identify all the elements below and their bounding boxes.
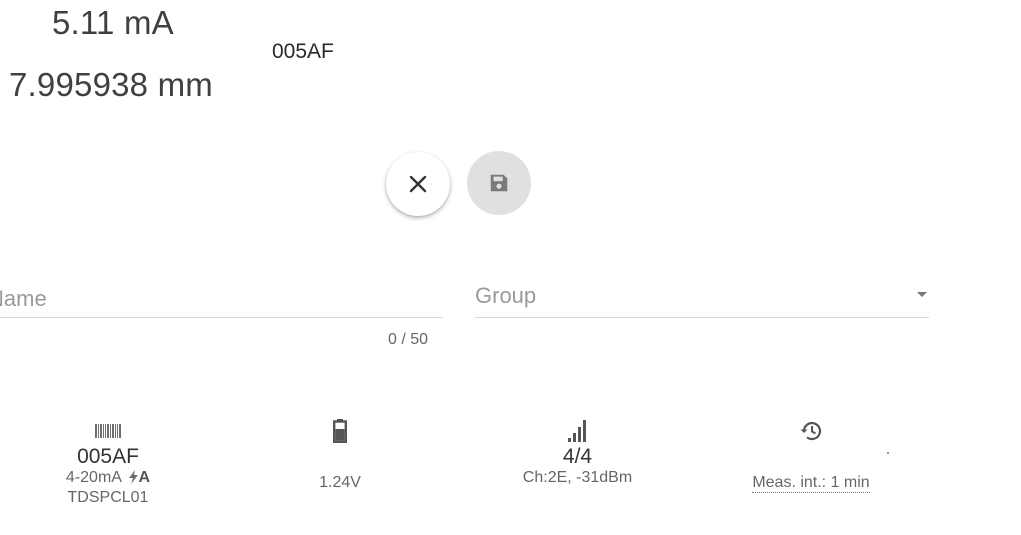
name-field-underline [0, 317, 443, 318]
battery-icon [285, 416, 395, 446]
device-type-badge: A [138, 469, 151, 486]
signal-bars-icon [490, 416, 665, 446]
device-type: 4-20mA A [65, 469, 151, 486]
distance-reading: 7.995938 mm [9, 66, 213, 103]
name-field-label: Name [0, 286, 47, 311]
measurement-interval-label[interactable]: Meas. int.: 1 min [752, 474, 870, 493]
history-icon [716, 416, 906, 446]
dropdown-arrow-icon[interactable] [917, 292, 927, 297]
floppy-disk-icon [490, 174, 508, 192]
save-button[interactable] [467, 151, 531, 215]
device-info: 005AF 4-20mA A TDSPCL01 [38, 416, 178, 508]
close-button[interactable] [386, 152, 450, 216]
lightning-icon [128, 470, 138, 484]
device-id-label: 005AF [272, 40, 334, 63]
measurement-interval-link[interactable]: Meas. int.: 1 min [716, 473, 906, 493]
group-select-label: Group [475, 283, 537, 308]
current-reading: 5.11 mA [52, 4, 174, 41]
measurement-interval-info: Meas. int.: 1 min [716, 416, 906, 493]
name-char-counter: 0 / 50 [388, 331, 429, 348]
device-id: 005AF [77, 445, 139, 468]
close-icon [409, 175, 427, 193]
decorative-dot [887, 452, 889, 454]
barcode-icon [38, 416, 178, 446]
device-model: TDSPCL01 [67, 489, 149, 506]
signal-quality: 4/4 [562, 445, 593, 468]
battery-voltage: 1.24V [319, 474, 361, 491]
signal-info: 4/4 Ch:2E, -31dBm [490, 416, 665, 488]
signal-channel: Ch:2E, -31dBm [522, 469, 633, 486]
battery-info: 1.24V [285, 416, 395, 493]
group-select-underline [475, 317, 929, 318]
